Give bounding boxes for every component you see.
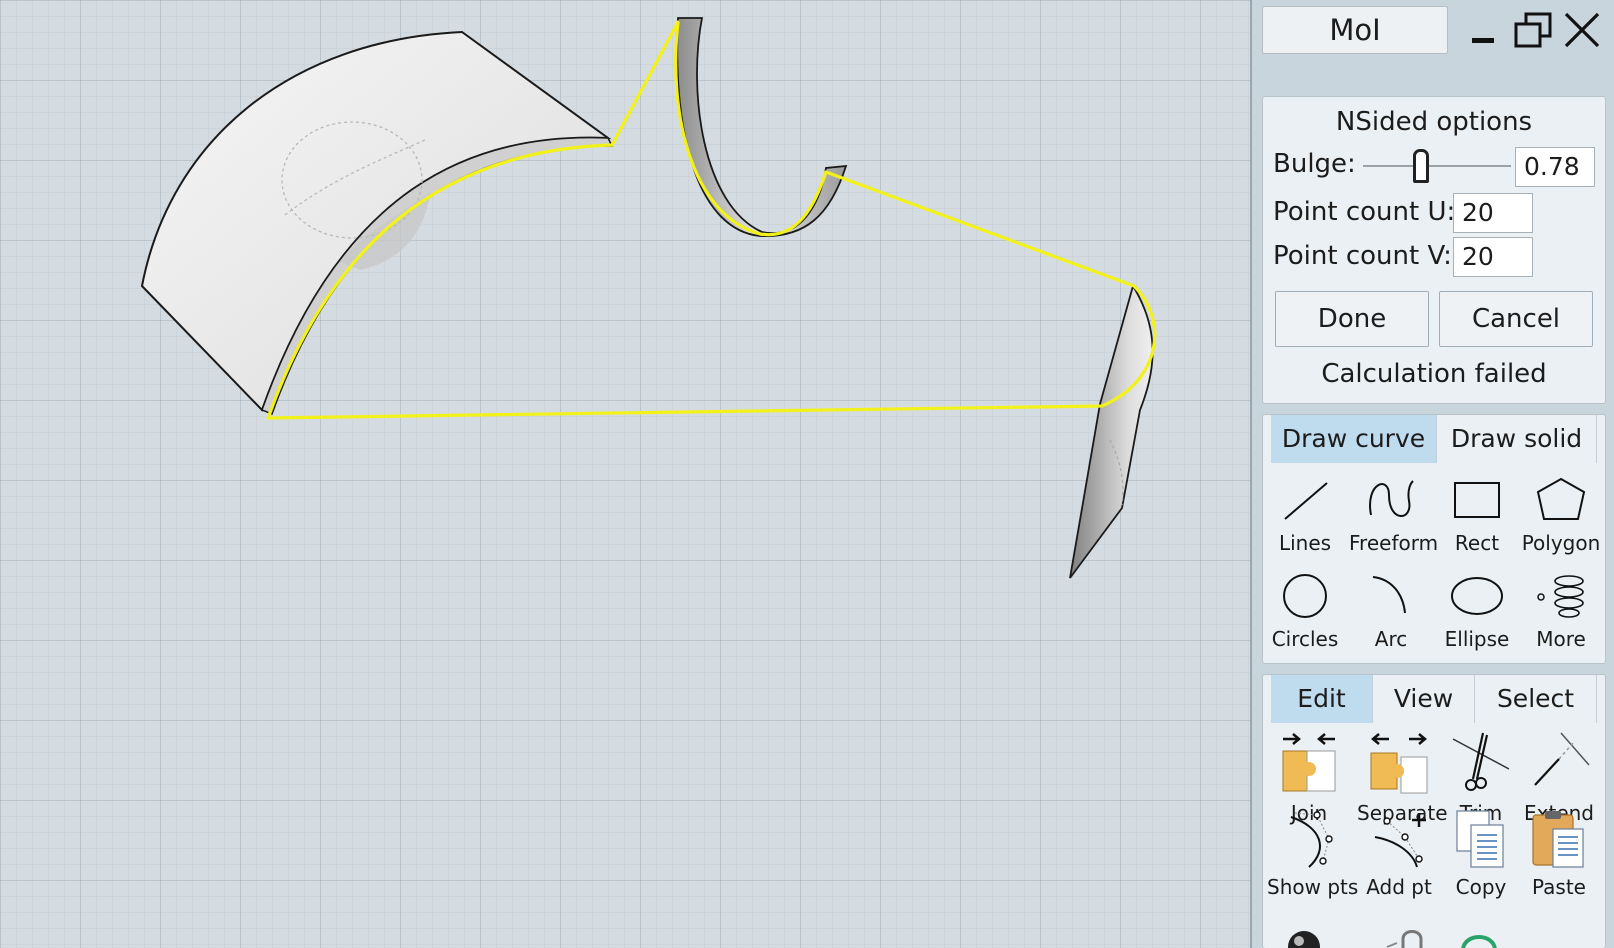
point-count-u-field[interactable]: 20	[1453, 193, 1533, 233]
tool-label: Show pts	[1267, 875, 1359, 899]
cancel-button[interactable]: Cancel	[1439, 291, 1593, 347]
add-point-icon	[1374, 813, 1426, 868]
sphere-icon[interactable]	[1287, 927, 1321, 948]
minimize-icon[interactable]	[1460, 8, 1506, 54]
extend-icon	[1534, 732, 1590, 786]
circle-icon	[1283, 574, 1327, 618]
tool-label: Ellipse	[1444, 627, 1510, 651]
copy-icon	[1456, 810, 1504, 868]
tool-show-pts[interactable]: Show pts	[1267, 809, 1359, 899]
tool-ellipse[interactable]: Ellipse	[1435, 571, 1519, 651]
show-points-icon	[1290, 811, 1333, 868]
tool-lines[interactable]: Lines	[1263, 475, 1347, 555]
freeform-icon	[1369, 480, 1414, 517]
side-panel: MoI NSided options Bulge: 0.78 Point cou…	[1252, 0, 1614, 948]
polygon-icon	[1536, 477, 1586, 520]
paste-icon	[1532, 811, 1584, 868]
tool-circles[interactable]: Circles	[1263, 571, 1347, 651]
join-icon	[1282, 733, 1336, 792]
tool-add-pt[interactable]: Add pt	[1357, 809, 1441, 899]
status-message: Calculation failed	[1321, 359, 1547, 389]
tool-paste[interactable]: Paste	[1517, 809, 1601, 899]
scissors-icon	[1452, 732, 1510, 791]
tab-draw-curve[interactable]: Draw curve	[1271, 415, 1437, 463]
tab-view[interactable]: View	[1373, 675, 1475, 723]
lock-icon[interactable]	[1383, 927, 1427, 948]
tool-label: Rect	[1454, 531, 1500, 555]
tool-polygon[interactable]: Polygon	[1519, 475, 1603, 555]
tool-more[interactable]: More	[1519, 571, 1603, 651]
curl-surface[interactable]	[676, 17, 848, 237]
line-icon	[1284, 482, 1328, 520]
restore-icon[interactable]	[1510, 8, 1556, 54]
options-title: NSided options	[1335, 107, 1533, 137]
tool-label: Freeform	[1349, 531, 1439, 555]
tool-label: Arc	[1374, 627, 1408, 651]
edit-panel: Edit View Select Join Separate Show pts …	[1262, 674, 1606, 948]
tool-label: Circles	[1271, 627, 1339, 651]
bulge-value-field[interactable]: 0.78	[1515, 147, 1595, 187]
bulge-slider-track[interactable]	[1363, 165, 1511, 167]
tool-label: Paste	[1532, 875, 1586, 899]
tool-copy[interactable]: Copy	[1439, 809, 1523, 899]
3d-viewport[interactable]	[0, 0, 1252, 948]
tool-label: Lines	[1278, 531, 1332, 555]
tool-label: More	[1536, 627, 1586, 651]
history-icon[interactable]	[1459, 927, 1499, 948]
rectangle-icon	[1454, 482, 1500, 518]
wall-surface[interactable]	[1069, 283, 1154, 579]
arc-icon	[1372, 576, 1406, 614]
point-count-v-label: Point count V:	[1273, 241, 1452, 271]
tool-arc[interactable]: Arc	[1349, 571, 1433, 651]
draw-panel: Draw curve Draw solid Lines Freeform Rec…	[1262, 414, 1606, 664]
tool-label: Add pt	[1366, 875, 1432, 899]
ellipse-icon	[1451, 577, 1503, 615]
bulge-slider-thumb[interactable]	[1412, 149, 1429, 183]
tool-label: Copy	[1455, 875, 1507, 899]
tab-draw-solid[interactable]: Draw solid	[1437, 415, 1597, 463]
tab-select[interactable]: Select	[1475, 675, 1597, 723]
tool-freeform[interactable]: Freeform	[1349, 475, 1439, 555]
app-menu-button[interactable]: MoI	[1262, 6, 1448, 54]
point-count-u-label: Point count U:	[1273, 197, 1456, 227]
arch-surface[interactable]	[140, 30, 614, 415]
viewport-scene[interactable]	[0, 0, 1252, 948]
close-icon[interactable]	[1558, 8, 1604, 54]
tool-label: Polygon	[1521, 531, 1601, 555]
nsided-options-panel: NSided options Bulge: 0.78 Point count U…	[1262, 96, 1606, 404]
separate-icon	[1370, 733, 1428, 794]
done-button[interactable]: Done	[1275, 291, 1429, 347]
tool-rect[interactable]: Rect	[1435, 475, 1519, 555]
helix-icon	[1537, 575, 1584, 618]
tab-edit[interactable]: Edit	[1271, 675, 1373, 723]
bulge-label: Bulge:	[1273, 149, 1356, 179]
point-count-v-field[interactable]: 20	[1453, 237, 1533, 277]
